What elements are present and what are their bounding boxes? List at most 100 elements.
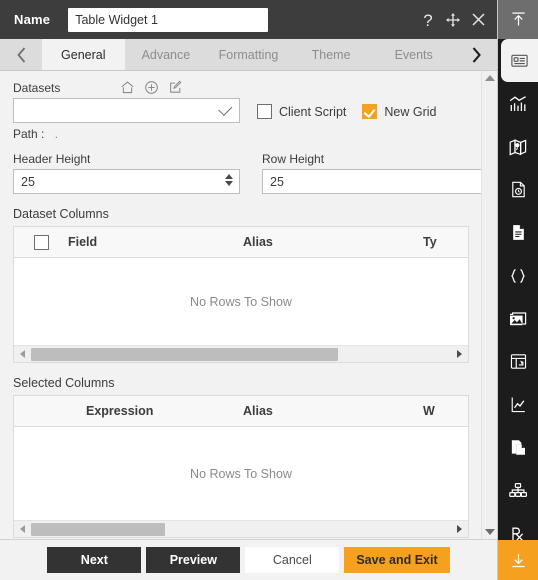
selected-columns-body: No Rows To Show (14, 427, 468, 520)
hscroll-left-icon[interactable] (14, 350, 31, 358)
dataset-columns-hscroll[interactable] (14, 345, 468, 362)
row-height-group: Row Height (262, 152, 481, 194)
selected-hscroll-track[interactable] (31, 522, 451, 536)
new-grid-checkbox[interactable] (362, 104, 378, 119)
grid-options: Client Script New Grid (257, 104, 452, 123)
vscroll-up-icon[interactable] (482, 71, 498, 85)
rail-item-image[interactable] (498, 297, 538, 340)
tab-events-label: Events (394, 47, 433, 62)
tab-theme-label: Theme (311, 47, 351, 62)
vscroll-down-icon[interactable] (482, 525, 498, 539)
name-label: Name (14, 12, 51, 27)
rail-item-map[interactable] (498, 125, 538, 168)
home-icon[interactable] (120, 80, 135, 95)
heights-row: Header Height Row Height (13, 152, 481, 194)
dataset-columns-empty: No Rows To Show (190, 294, 292, 309)
selected-col-expression[interactable]: Expression (86, 404, 243, 418)
hscroll-right-icon[interactable] (451, 350, 468, 358)
tab-advance[interactable]: Advance (124, 39, 208, 70)
dialog-footer: Next Preview Cancel Save and Exit (0, 539, 497, 580)
datasets-header-row: Datasets (13, 80, 469, 95)
tab-formatting[interactable]: Formatting (207, 39, 290, 70)
path-row: Path : . (13, 127, 469, 141)
add-circle-icon[interactable] (144, 80, 159, 95)
dataset-col-type[interactable]: Ty (423, 235, 437, 249)
dataset-col-field[interactable]: Field (68, 235, 243, 249)
widget-config-dialog: Name ? General Advance (0, 0, 538, 580)
next-button[interactable]: Next (47, 547, 142, 573)
rail-item-copy-pages[interactable] (498, 426, 538, 469)
chevron-down-icon (218, 101, 233, 116)
selected-col-alias[interactable]: Alias (243, 404, 423, 418)
rail-item-document[interactable] (498, 211, 538, 254)
svg-text:?: ? (423, 11, 432, 29)
hscroll-track[interactable] (31, 347, 451, 361)
dataset-select-all-cell (14, 234, 68, 250)
tab-events[interactable]: Events (372, 39, 455, 70)
vscroll-track[interactable] (483, 85, 496, 525)
dataset-col-alias[interactable]: Alias (243, 235, 423, 249)
rail-download-icon[interactable] (498, 540, 538, 580)
new-grid-label: New Grid (384, 104, 437, 119)
dataset-columns-header: Field Alias Ty (14, 227, 468, 258)
selected-hscroll-right-icon[interactable] (451, 525, 468, 533)
header-height-group: Header Height (13, 152, 240, 194)
rail-item-line-chart[interactable] (498, 383, 538, 426)
help-icon[interactable]: ? (417, 7, 439, 33)
tabs-scroll-right-icon[interactable] (455, 39, 497, 70)
tab-theme[interactable]: Theme (289, 39, 373, 70)
row-height-input[interactable] (262, 169, 481, 194)
widget-toolbar-rail (498, 0, 538, 580)
dataset-select-all-checkbox[interactable] (33, 234, 49, 250)
general-tab-content: Datasets Client Script New Grid Path: .… (0, 71, 481, 539)
content-vertical-scrollbar[interactable] (481, 71, 497, 539)
dataset-columns-title: Dataset Columns (13, 207, 109, 221)
client-script-label: Client Script (279, 104, 347, 119)
tabs-scroll-left-icon[interactable] (0, 39, 42, 70)
rail-item-bar-chart[interactable] (498, 82, 538, 125)
rail-item-widget-panel[interactable] (501, 39, 538, 82)
rail-item-document-clock[interactable] (498, 168, 538, 211)
dataset-columns-grid: Field Alias Ty No Rows To Show (13, 226, 469, 363)
selected-hscroll-left-icon[interactable] (14, 525, 31, 533)
selected-columns-grid: Expression Alias W No Rows To Show (13, 395, 469, 538)
datasets-select[interactable] (13, 98, 240, 123)
header-height-input[interactable] (13, 169, 240, 194)
header-height-wrap (13, 169, 240, 194)
selected-columns-hscroll[interactable] (14, 520, 468, 537)
rail-collapse-up-icon[interactable] (498, 0, 538, 39)
tab-general[interactable]: General (42, 39, 125, 70)
rail-item-hierarchy[interactable] (498, 469, 538, 512)
preview-button[interactable]: Preview (146, 547, 241, 573)
widget-name-input[interactable] (68, 7, 269, 32)
selected-columns-header: Expression Alias W (14, 396, 468, 427)
save-and-exit-button[interactable]: Save and Exit (344, 547, 450, 573)
path-label: Path : (13, 127, 45, 141)
hscroll-thumb[interactable] (31, 347, 338, 361)
tab-list: General Advance Formatting Theme Events (42, 39, 455, 70)
tab-bar: General Advance Formatting Theme Events (0, 39, 497, 71)
path-value: . (54, 127, 59, 141)
selected-hscroll-thumb[interactable] (31, 522, 166, 536)
client-script-checkbox[interactable] (257, 104, 272, 119)
edit-icon[interactable] (168, 80, 183, 95)
row-height-label: Row Height (262, 152, 325, 166)
stepper-down-icon[interactable] (225, 181, 233, 186)
dialog-panel: Name ? General Advance (0, 0, 498, 580)
dialog-body: Datasets Client Script New Grid Path: .… (0, 71, 497, 539)
datasets-actions (120, 80, 183, 95)
close-icon[interactable] (467, 7, 489, 33)
rail-item-prescription-rx[interactable] (498, 512, 538, 540)
header-height-label: Header Height (13, 152, 91, 166)
cancel-button[interactable]: Cancel (245, 547, 340, 573)
rail-item-list (498, 39, 538, 540)
header-height-stepper[interactable] (225, 174, 233, 186)
selected-columns-title: Selected Columns (13, 376, 115, 390)
tab-advance-label: Advance (141, 47, 191, 62)
move-icon[interactable] (442, 7, 464, 33)
stepper-up-icon[interactable] (225, 174, 233, 179)
tab-formatting-label: Formatting (218, 47, 279, 62)
selected-col-width[interactable]: W (423, 404, 435, 418)
rail-item-code-braces[interactable] (498, 254, 538, 297)
rail-item-table-widget[interactable] (498, 340, 538, 383)
